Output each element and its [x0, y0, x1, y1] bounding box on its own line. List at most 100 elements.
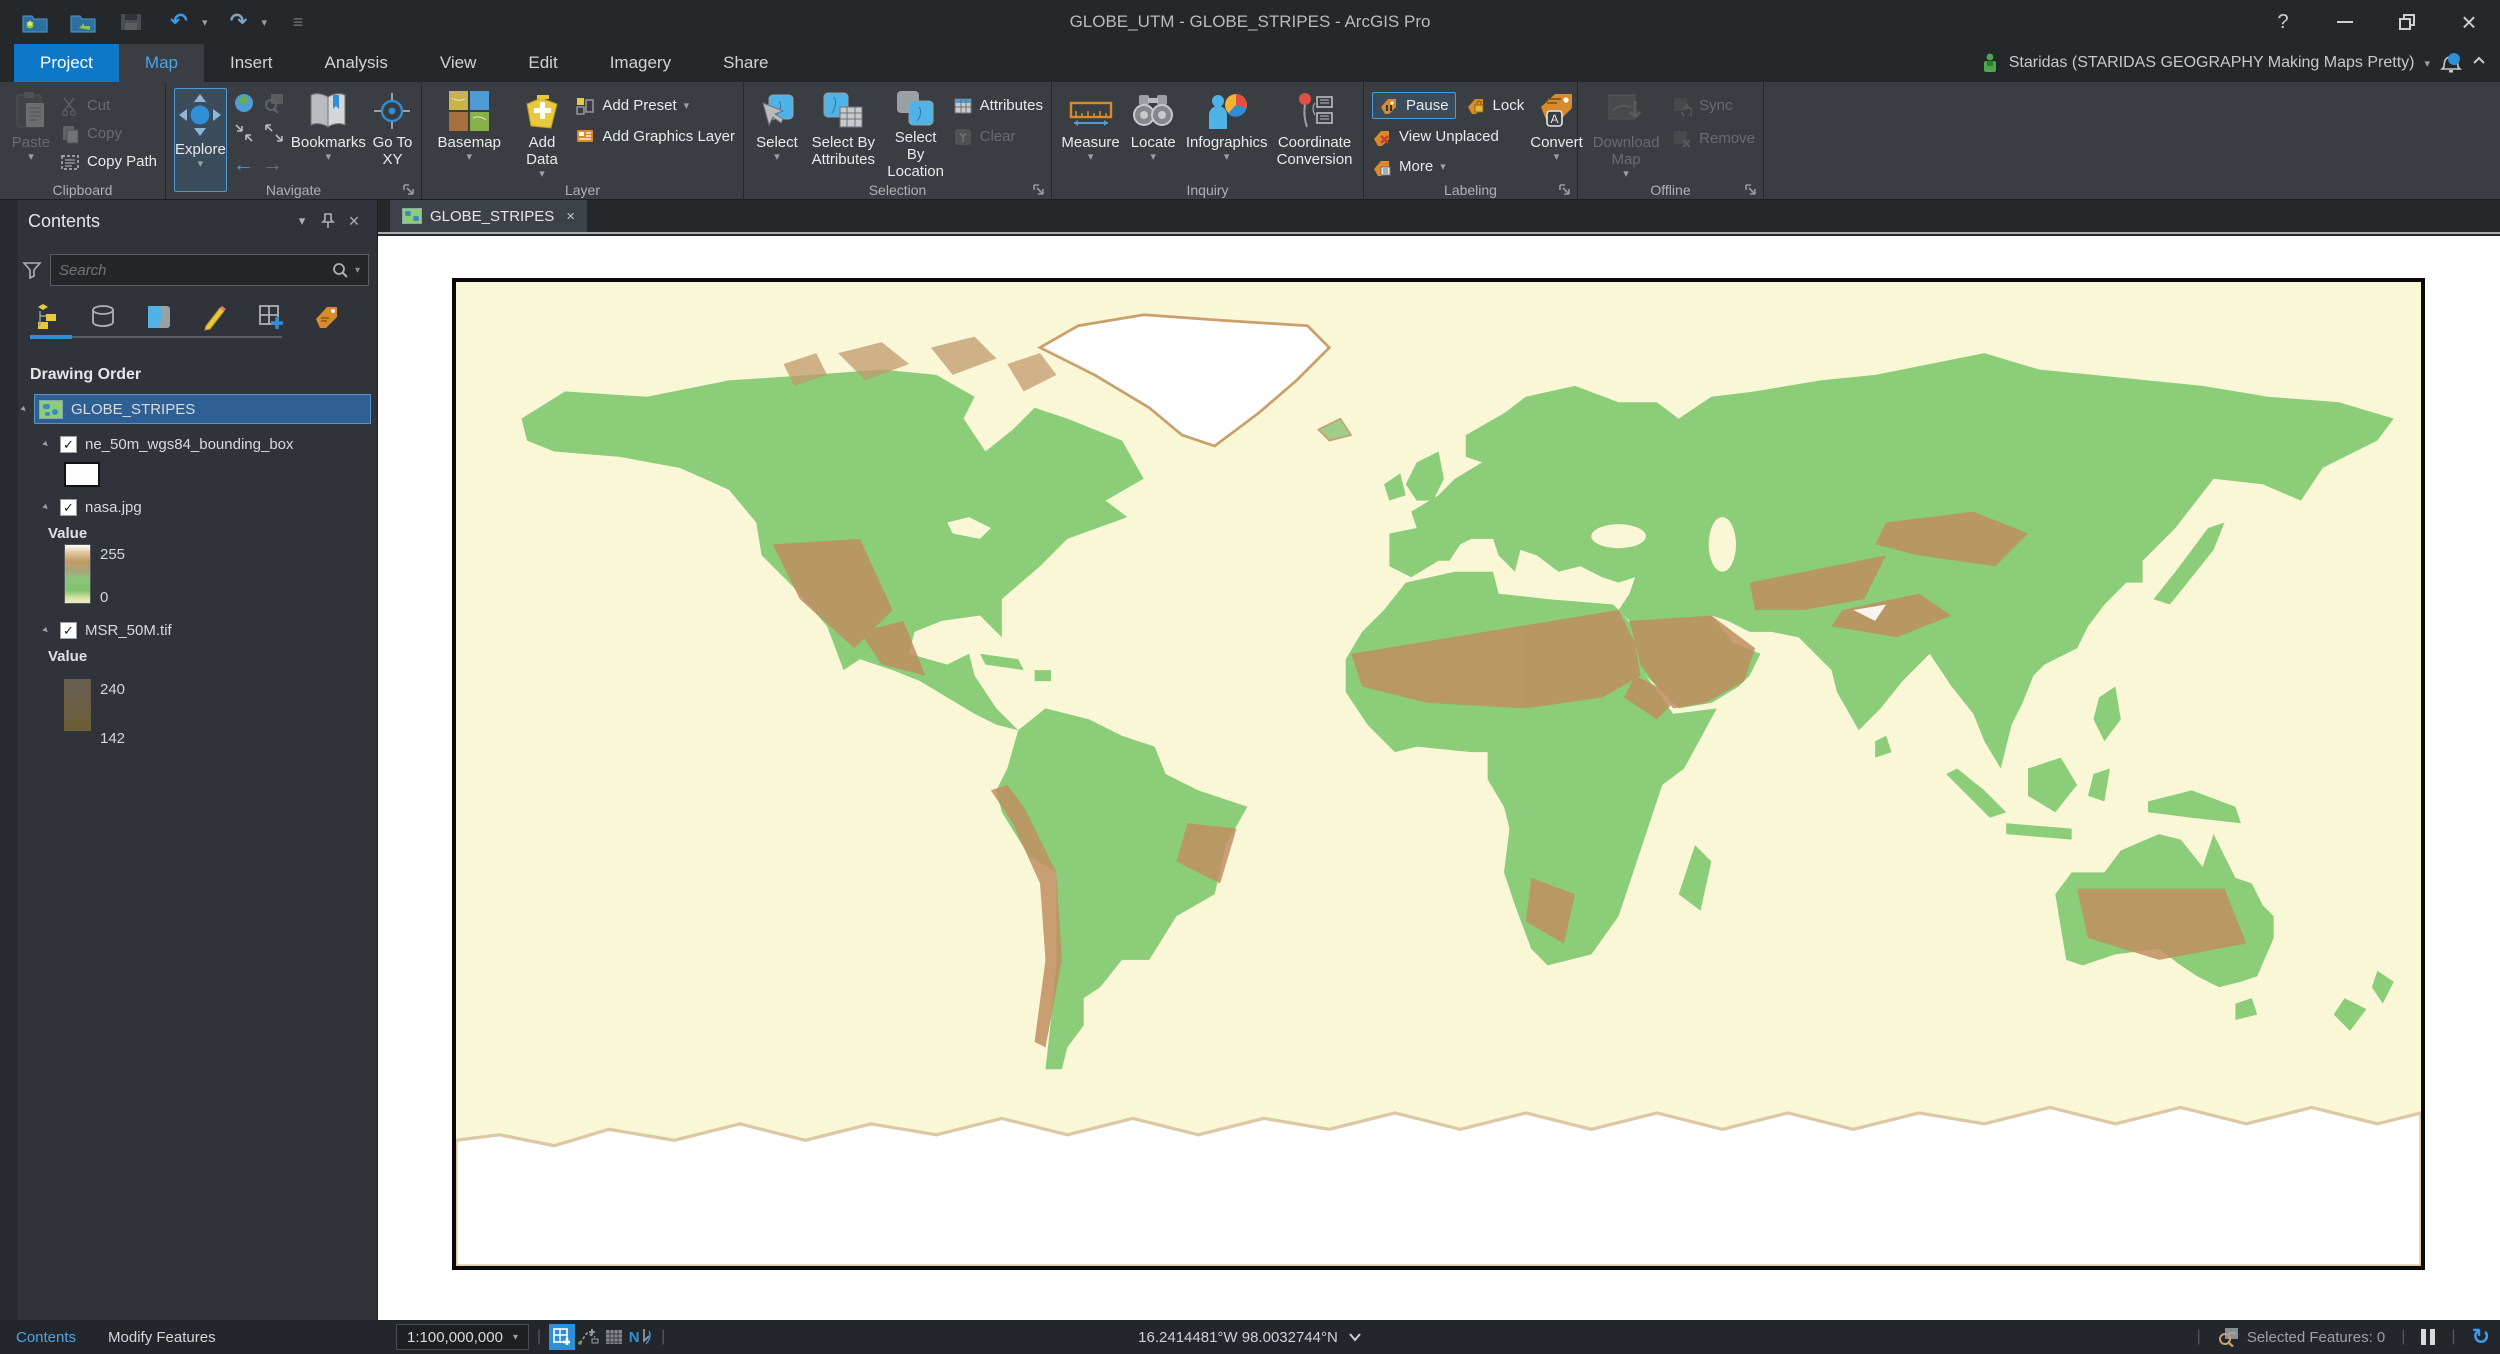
- paste-button[interactable]: Paste ▾: [8, 88, 54, 180]
- tab-view[interactable]: View: [414, 44, 503, 82]
- remove-button[interactable]: Remove: [1672, 125, 1755, 152]
- panel-close-button[interactable]: ×: [341, 211, 367, 232]
- fixed-zoom-in-button[interactable]: [233, 122, 255, 149]
- undo-button[interactable]: ↶: [162, 7, 196, 37]
- redo-button[interactable]: ↷: [222, 7, 256, 37]
- zoom-selection-button[interactable]: [263, 92, 285, 119]
- tab-analysis[interactable]: Analysis: [299, 44, 414, 82]
- close-button[interactable]: ×: [2438, 0, 2500, 44]
- add-graphics-layer-button[interactable]: Add Graphics Layer: [575, 123, 735, 150]
- tab-share[interactable]: Share: [697, 44, 794, 82]
- more-labeling-button[interactable]: More ▾: [1372, 153, 1524, 180]
- bounding-box-symbol[interactable]: [64, 462, 100, 487]
- locate-button[interactable]: Locate ▾: [1127, 88, 1179, 180]
- layer-row-msr[interactable]: ▾ ✓ MSR_50M.tif: [18, 616, 377, 644]
- tab-insert[interactable]: Insert: [204, 44, 299, 82]
- pane-tab-modify-features[interactable]: Modify Features: [92, 1329, 232, 1346]
- layer-row-map[interactable]: GLOBE_STRIPES: [34, 394, 371, 424]
- full-extent-button[interactable]: [233, 92, 255, 119]
- refresh-button[interactable]: ↻: [2472, 1324, 2490, 1350]
- list-by-drawing-order-tab[interactable]: [30, 300, 64, 334]
- save-project-button[interactable]: [114, 7, 148, 37]
- measure-button[interactable]: Measure ▾: [1060, 88, 1121, 180]
- help-button[interactable]: ?: [2252, 0, 2314, 44]
- add-data-button[interactable]: Add Data ▾: [514, 88, 569, 180]
- new-project-button[interactable]: [18, 7, 52, 37]
- layer-row-bounding-box[interactable]: ▾ ✓ ne_50m_wgs84_bounding_box: [18, 430, 377, 458]
- list-by-data-source-tab[interactable]: [86, 300, 120, 334]
- minimize-button[interactable]: [2314, 0, 2376, 44]
- next-extent-button[interactable]: →: [262, 154, 283, 175]
- search-input[interactable]: [59, 261, 326, 279]
- snapping-toggle-button[interactable]: [575, 1324, 601, 1350]
- restore-button[interactable]: [2376, 0, 2438, 44]
- labeling-launcher-icon[interactable]: [1558, 183, 1572, 197]
- pane-tab-contents[interactable]: Contents: [0, 1329, 92, 1346]
- select-by-attributes-button[interactable]: Select By Attributes: [808, 88, 879, 180]
- coordinate-conversion-button[interactable]: Coordinate Conversion: [1274, 88, 1355, 180]
- collapse-ribbon-button[interactable]: [2472, 54, 2486, 73]
- download-map-button[interactable]: Download Map ▾: [1586, 88, 1666, 180]
- msr-checkbox[interactable]: ✓: [60, 621, 77, 639]
- navigate-launcher-icon[interactable]: [402, 183, 416, 197]
- undo-dropdown[interactable]: ▾: [202, 16, 208, 29]
- add-preset-button[interactable]: Add Preset ▾: [575, 92, 735, 119]
- msr-expand-icon[interactable]: ▾: [38, 622, 54, 638]
- lock-labels-button[interactable]: Lock: [1466, 92, 1524, 119]
- list-by-labeling-tab[interactable]: [310, 300, 344, 334]
- convert-labels-button[interactable]: A Convert ▾: [1530, 88, 1583, 180]
- map-frame[interactable]: [452, 278, 2425, 1270]
- panel-pin-button[interactable]: [315, 213, 341, 229]
- list-by-snapping-tab[interactable]: [254, 300, 288, 334]
- tab-imagery[interactable]: Imagery: [584, 44, 697, 82]
- select-by-location-button[interactable]: Select By Location: [885, 88, 947, 180]
- view-tab-close-icon[interactable]: ×: [566, 208, 575, 225]
- offline-launcher-icon[interactable]: [1744, 183, 1758, 197]
- account-menu[interactable]: Staridas (STARIDAS GEOGRAPHY Making Maps…: [1981, 44, 2486, 82]
- basemap-button[interactable]: Basemap ▾: [430, 88, 508, 180]
- bounding-box-checkbox[interactable]: ✓: [60, 435, 77, 453]
- go-to-xy-button[interactable]: Go To XY: [372, 88, 413, 180]
- map-scale-select[interactable]: 1:100,000,000 ▾: [396, 1324, 529, 1350]
- sync-button[interactable]: Sync: [1672, 92, 1755, 119]
- search-icon[interactable]: [332, 262, 349, 279]
- map-canvas[interactable]: [378, 236, 2500, 1320]
- tab-edit[interactable]: Edit: [502, 44, 583, 82]
- selection-launcher-icon[interactable]: [1032, 183, 1046, 197]
- view-unplaced-button[interactable]: View Unplaced: [1372, 123, 1524, 150]
- tab-project[interactable]: Project: [14, 44, 119, 82]
- open-project-button[interactable]: [66, 7, 100, 37]
- infographics-button[interactable]: Infographics ▾: [1185, 88, 1268, 180]
- copy-path-button[interactable]: Copy Path: [60, 148, 157, 175]
- panel-menu-caret[interactable]: ▾: [289, 213, 315, 229]
- tab-map[interactable]: Map: [118, 44, 204, 82]
- redo-dropdown[interactable]: ▾: [262, 16, 268, 29]
- explore-button[interactable]: Explore ▾: [174, 88, 227, 192]
- open-table-button[interactable]: [601, 1324, 627, 1350]
- north-arrow-button[interactable]: N: [627, 1324, 653, 1350]
- bookmarks-button[interactable]: Bookmarks ▾: [291, 88, 366, 180]
- copy-button[interactable]: Copy: [60, 120, 157, 147]
- nasa-expand-icon[interactable]: ▾: [38, 499, 54, 515]
- map-expand-icon[interactable]: ▾: [16, 401, 32, 417]
- fixed-zoom-out-button[interactable]: [263, 122, 285, 149]
- clear-selection-button[interactable]: Clear: [953, 123, 1043, 150]
- nasa-checkbox[interactable]: ✓: [60, 498, 77, 516]
- layout-grid-button[interactable]: [549, 1324, 576, 1350]
- list-by-selection-tab[interactable]: [142, 300, 176, 334]
- filter-icon[interactable]: [22, 260, 42, 280]
- select-button[interactable]: Select ▾: [752, 88, 802, 180]
- pause-drawing-button[interactable]: [2421, 1329, 2436, 1345]
- search-options-caret[interactable]: ▾: [355, 265, 360, 276]
- notifications-button[interactable]: [2440, 51, 2462, 75]
- previous-extent-button[interactable]: ←: [233, 154, 254, 175]
- pause-labeling-button[interactable]: Pause: [1372, 91, 1456, 119]
- layer-row-nasa[interactable]: ▾ ✓ nasa.jpg: [18, 493, 377, 521]
- cut-button[interactable]: Cut: [60, 92, 157, 119]
- list-by-editing-tab[interactable]: [198, 300, 232, 334]
- customize-qat-button[interactable]: ≡: [281, 7, 315, 37]
- view-tab-globe-stripes[interactable]: GLOBE_STRIPES ×: [390, 200, 587, 232]
- bounding-box-expand-icon[interactable]: ▾: [38, 436, 54, 452]
- coordinates-control[interactable]: 16.2414481°W 98.0032744°N: [1138, 1329, 1362, 1346]
- attributes-button[interactable]: Attributes: [953, 92, 1043, 119]
